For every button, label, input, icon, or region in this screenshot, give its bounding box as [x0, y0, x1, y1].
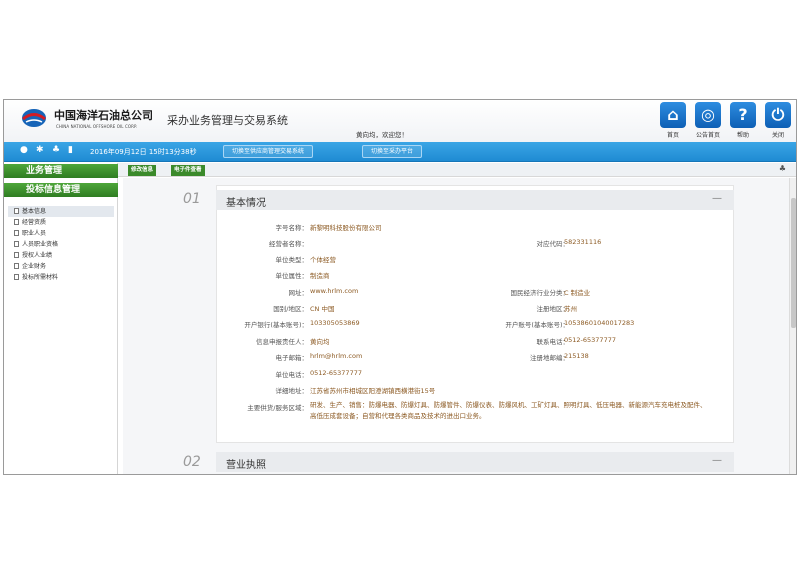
tab-edit-info[interactable]: 修改信息: [128, 165, 157, 176]
main-content: 01 基本情况 — 字号名称： 新黎明科技股份有限公司 经营者名称： 对应代码：…: [123, 178, 796, 474]
switch-procurement-button[interactable]: 切换至采办平台: [362, 145, 423, 158]
help-label: 帮助: [736, 132, 749, 139]
value-email: hrlm@hrlm.com: [310, 352, 363, 360]
system-title: 采办业务管理与交易系统: [167, 114, 288, 127]
section-number: 01: [183, 191, 201, 207]
sub-toolbar: 修改信息 电子件查看 ♣: [4, 163, 796, 177]
value-account: 10538601040017283: [564, 319, 635, 327]
welcome-text: 黄向均，欢迎您！: [356, 131, 408, 139]
power-icon: ⏻: [765, 102, 791, 128]
section-number: 02: [183, 454, 201, 470]
home-icon: ⌂: [660, 102, 686, 128]
label-business-scope: 主要供货/服务区域：: [247, 404, 308, 412]
label-region: 国别/地区：: [273, 305, 308, 313]
sidebar-item-label: 投标所需材料: [22, 274, 59, 281]
label-unit-type: 单位类型：: [275, 256, 309, 264]
sidebar-item-bid-materials[interactable]: 投标所需材料: [8, 272, 114, 283]
sidebar-item-label: 授权人业绩: [22, 252, 53, 259]
sidebar-heading-bid-info[interactable]: 投标信息管理: [4, 183, 118, 197]
value-name: 新黎明科技股份有限公司: [310, 224, 382, 232]
label-unit-attr: 单位属性：: [275, 272, 309, 280]
sidebar-list: 基本信息 经营资质 职业人员 人员职业资格 授权人业绩 企业财务 投标所需材料: [8, 206, 114, 283]
sidebar-item-authorized-performance[interactable]: 授权人业绩: [8, 250, 114, 261]
document-icon: [14, 252, 19, 258]
gear-icon[interactable]: ✱: [36, 145, 44, 155]
notice-home-label: 公告首页: [695, 132, 720, 139]
globe-icon: ◎: [695, 102, 721, 128]
notice-home-button[interactable]: ◎ 公告首页: [691, 102, 725, 140]
section-header-license[interactable]: 营业执照 —: [216, 452, 734, 472]
sidebar-item-label: 企业财务: [22, 263, 47, 270]
value-unit-attr: 制造商: [310, 272, 330, 280]
value-unit-type: 个体经营: [310, 256, 336, 264]
sidebar-item-label: 经营资质: [22, 219, 47, 226]
label-unit-phone: 单位电话：: [275, 371, 309, 379]
sidebar-item-basic-info[interactable]: 基本信息: [8, 206, 114, 217]
label-website: 网址：: [288, 289, 309, 297]
message-icon[interactable]: ●: [20, 145, 28, 155]
home-label: 首页: [666, 132, 679, 139]
section-title: 基本情况: [226, 198, 266, 209]
sidebar-item-finance[interactable]: 企业财务: [8, 261, 114, 272]
home-button[interactable]: ⌂ 首页: [656, 102, 690, 140]
sidebar-item-label: 基本信息: [22, 208, 47, 215]
collapse-icon[interactable]: —: [712, 455, 722, 466]
value-business-scope: 研发、生产、销售：防爆电器、防爆灯具、防爆管件、防爆仪表、防爆风机、工矿灯具、照…: [310, 401, 707, 420]
sidebar-item-label: 职业人员: [22, 230, 47, 237]
close-label: 关闭: [771, 132, 784, 139]
document-icon: [14, 230, 19, 236]
document-icon: [14, 208, 19, 214]
sitemap-icon[interactable]: ♣: [779, 164, 786, 173]
value-industry: C 制造业: [564, 289, 591, 297]
help-icon: ?: [730, 102, 756, 128]
help-button[interactable]: ? 帮助: [726, 102, 760, 140]
cnooc-logo-icon: [22, 109, 46, 127]
label-address: 详细地址：: [275, 387, 309, 395]
value-address: 江苏省苏州市相城区阳澄湖镇西横港街15号: [310, 387, 436, 395]
label-industry: 国民经济行业分类：: [510, 289, 570, 297]
label-account: 开户账号(基本账号)：: [505, 321, 569, 329]
label-bank: 开户银行(基本账号)：: [244, 321, 308, 329]
top-toolbar: ● ✱ ♣ ▮ 2016年09月12日 15时13分38秒 切换至供应商管理交易…: [4, 142, 796, 162]
section-title: 营业执照: [226, 460, 266, 471]
vertical-scrollbar[interactable]: [789, 178, 796, 474]
sidebar-item-label: 人员职业资格: [22, 241, 59, 248]
label-operator: 经营者名称：: [269, 240, 308, 248]
sidebar: 业务管理 投标信息管理 基本信息 经营资质 职业人员 人员职业资格 授权人业绩 …: [4, 163, 118, 474]
document-icon: [14, 219, 19, 225]
value-zip: 215138: [564, 352, 589, 360]
switch-supplier-button[interactable]: 切换至供应商管理交易系统: [223, 145, 314, 158]
company-name-en: CHINA NATIONAL OFFSHORE OIL CORP.: [56, 124, 138, 129]
label-name: 字号名称：: [275, 224, 309, 232]
value-reg-area: 苏州: [564, 305, 577, 313]
section-header-basic[interactable]: 基本情况 —: [216, 190, 734, 210]
tab-view-files[interactable]: 电子件查看: [171, 165, 205, 176]
document-icon: [14, 263, 19, 269]
sidebar-heading-business[interactable]: 业务管理: [4, 164, 118, 178]
users-icon[interactable]: ♣: [52, 145, 60, 155]
datetime-text: 2016年09月12日 15时13分38秒: [90, 148, 197, 156]
document-icon: [14, 241, 19, 247]
label-contact: 信息申报责任人：: [256, 338, 308, 346]
value-org-code: 582331116: [564, 238, 602, 246]
value-region: CN 中国: [310, 305, 335, 313]
sidebar-item-qualification[interactable]: 经营资质: [8, 217, 114, 228]
label-email: 电子邮箱：: [275, 354, 309, 362]
value-unit-phone: 0512-65377777: [310, 369, 362, 377]
scrollbar-thumb[interactable]: [791, 198, 796, 328]
collapse-icon[interactable]: —: [712, 193, 722, 204]
app-header: 中国海洋石油总公司 CHINA NATIONAL OFFSHORE OIL CO…: [4, 100, 796, 142]
value-website: www.hrlm.com: [310, 287, 359, 295]
document-icon: [14, 274, 19, 280]
close-button[interactable]: ⏻ 关闭: [761, 102, 795, 140]
value-contact: 黄向均: [310, 338, 330, 346]
company-name-cn: 中国海洋石油总公司: [54, 109, 153, 122]
app-window: 中国海洋石油总公司 CHINA NATIONAL OFFSHORE OIL CO…: [3, 99, 797, 475]
value-phone: 0512-65377777: [564, 336, 616, 344]
sidebar-item-staff[interactable]: 职业人员: [8, 228, 114, 239]
sidebar-item-staff-qualification[interactable]: 人员职业资格: [8, 239, 114, 250]
value-bank: 103305053869: [310, 319, 360, 327]
stats-icon[interactable]: ▮: [68, 145, 73, 155]
